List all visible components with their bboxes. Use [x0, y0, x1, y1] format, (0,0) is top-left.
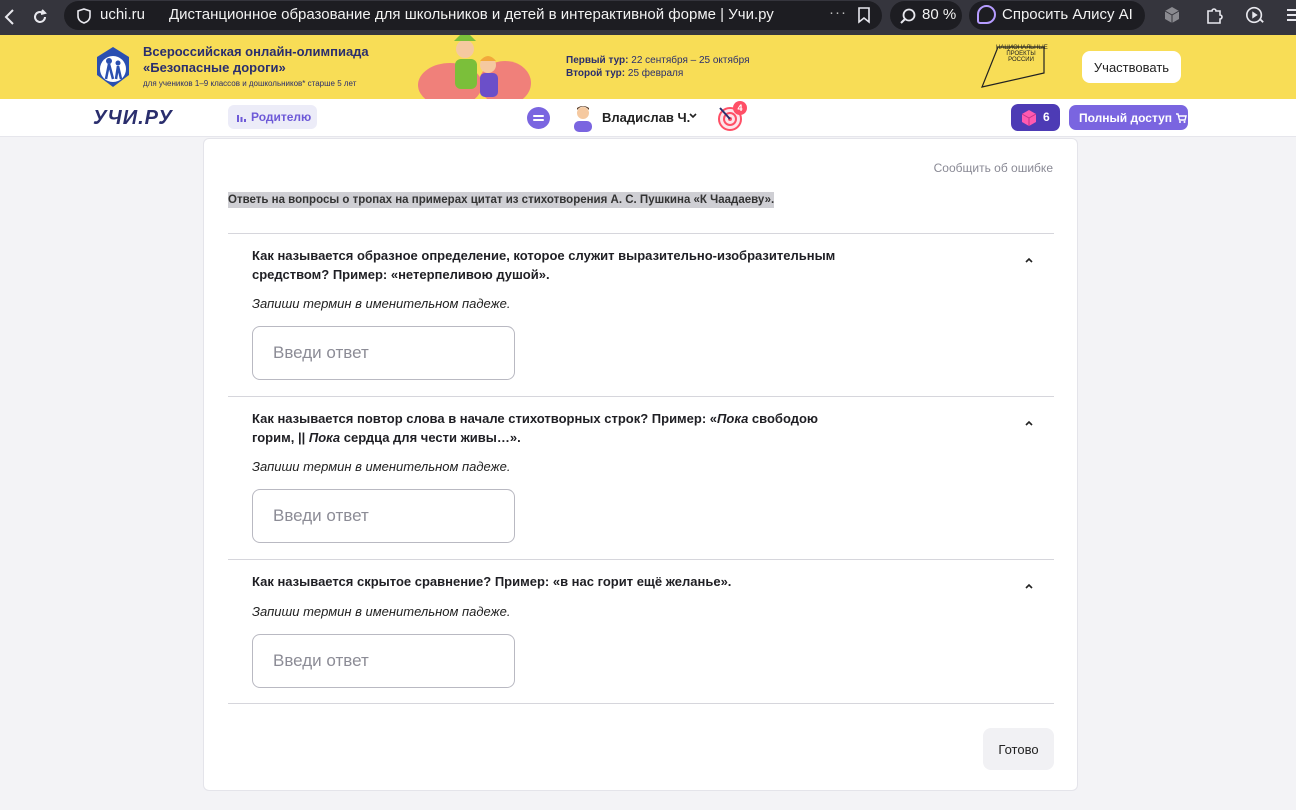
banner-subtitle: для учеников 1–9 классов и дошкольников*…	[143, 79, 357, 88]
report-error-link[interactable]: Сообщить об ошибке	[934, 161, 1053, 175]
answer-input-1[interactable]	[252, 326, 515, 380]
olympiad-banner[interactable]: Всероссийская онлайн-олимпиада «Безопасн…	[0, 35, 1296, 99]
menu-icon[interactable]	[1282, 5, 1296, 25]
olympiad-logo	[97, 47, 129, 87]
cart-icon	[1176, 112, 1187, 123]
tour2-label: Второй тур:	[566, 68, 626, 79]
ask-alice-button[interactable]: Спросить Алису AI	[969, 1, 1145, 30]
parent-button[interactable]: Родителю	[228, 105, 317, 129]
question-block-3: Как называется скрытое сравнение? Пример…	[228, 559, 1054, 703]
notification-badge: 4	[733, 101, 747, 115]
site-logo[interactable]: УЧИ.РУ	[93, 107, 173, 130]
gem-cube-icon	[1021, 110, 1037, 126]
ask-alice-label: Спросить Алису AI	[1002, 6, 1133, 23]
chevron-up-icon[interactable]	[1022, 579, 1036, 593]
more-dots-icon[interactable]: ···	[829, 4, 847, 21]
browser-toolbar: uchi.ru Дистанционное образование для шк…	[0, 0, 1296, 35]
question-text-2: Как называется повтор слова в начале сти…	[252, 409, 852, 447]
back-arrow-icon[interactable]	[0, 7, 20, 27]
kids-illustration	[418, 35, 531, 99]
page-title-text: Дистанционное образование для школьников…	[169, 6, 774, 23]
site-header: УЧИ.РУ Родителю Владислав Ч. 4 6 Полный …	[0, 99, 1296, 137]
question-hint-3: Запиши термин в именительном падеже.	[252, 604, 511, 619]
alice-icon	[977, 5, 996, 24]
zoom-level: 80 %	[922, 6, 957, 23]
bar-chart-icon	[237, 115, 246, 122]
divider	[228, 703, 1054, 704]
chevron-up-icon[interactable]	[1022, 416, 1036, 430]
banner-title-line2: «Безопасные дороги»	[143, 60, 286, 75]
gems-counter[interactable]: 6	[1011, 104, 1060, 131]
national-projects-text: НАЦИОНАЛЬНЫЕ ПРОЕКТЫ РОССИИ	[996, 45, 1048, 63]
answer-input-3[interactable]	[252, 634, 515, 688]
parent-label: Родителю	[251, 110, 312, 124]
tour2-dates: 25 февраля	[627, 68, 684, 79]
question-hint-2: Запиши термин в именительном падеже.	[252, 459, 511, 474]
question-block-2: Как называется повтор слова в начале сти…	[228, 396, 1054, 559]
question-hint-1: Запиши термин в именительном падеже.	[252, 296, 511, 311]
question-text-2-em-2: Пока	[308, 430, 341, 445]
user-name[interactable]: Владислав Ч.	[602, 110, 690, 125]
done-button[interactable]: Готово	[983, 728, 1054, 770]
full-access-label: Полный доступ	[1079, 110, 1173, 125]
avatar[interactable]	[571, 104, 595, 132]
tour1-dates: 22 сентября – 25 октября	[631, 55, 750, 66]
address-bar[interactable]: uchi.ru Дистанционное образование для шк…	[64, 1, 882, 30]
reload-icon[interactable]	[30, 7, 50, 27]
question-block-1: Как называется образное определение, кот…	[228, 233, 1054, 396]
task-card: Сообщить об ошибке Ответь на вопросы о т…	[203, 138, 1078, 791]
chevron-up-icon[interactable]	[1022, 253, 1036, 267]
extensions-puzzle-icon[interactable]	[1205, 5, 1225, 25]
question-text-2-part-c: сердца для чести живы…».	[340, 430, 521, 445]
chat-icon[interactable]	[527, 107, 550, 129]
shield-icon[interactable]	[74, 6, 94, 26]
bookmark-icon[interactable]	[854, 5, 874, 25]
tour1-label: Первый тур:	[566, 55, 629, 66]
extension-cube-icon[interactable]	[1162, 5, 1182, 25]
banner-title-line1: Всероссийская онлайн-олимпиада	[143, 44, 369, 59]
zoom-control[interactable]: 80 %	[890, 1, 962, 30]
full-access-button[interactable]: Полный доступ	[1069, 105, 1188, 130]
question-text-2-part-a: Как называется повтор слова в начале сти…	[252, 411, 718, 426]
url-host[interactable]: uchi.ru	[100, 6, 145, 23]
chevron-down-icon[interactable]	[688, 111, 698, 121]
question-text-2-em-1: Пока	[717, 411, 749, 426]
question-text-3: Как называется скрытое сравнение? Пример…	[252, 574, 732, 589]
gems-count: 6	[1043, 110, 1050, 124]
question-text-1: Как называется образное определение, кот…	[252, 248, 836, 282]
media-play-icon[interactable]	[1245, 5, 1265, 25]
answer-input-2[interactable]	[252, 489, 515, 543]
participate-button[interactable]: Участвовать	[1082, 51, 1181, 83]
zoom-icon	[898, 6, 918, 26]
banner-title: Всероссийская онлайн-олимпиада «Безопасн…	[143, 44, 369, 76]
tour-dates: Первый тур: 22 сентября – 25 октября Вто…	[566, 54, 750, 80]
task-intro: Ответь на вопросы о тропах на примерах ц…	[228, 192, 775, 208]
